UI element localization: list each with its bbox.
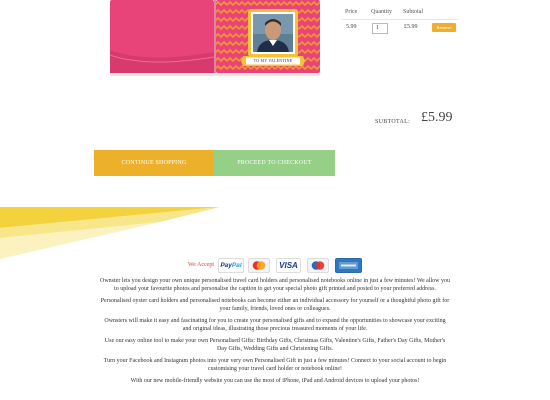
description-paragraph: Ownsters will make it easy and fascinati… xyxy=(104,318,446,332)
paypal-icon: PayPal xyxy=(218,258,244,273)
store-description: Ownster lets you design your own unique … xyxy=(100,277,450,389)
quantity-column-header: Quantity xyxy=(371,9,392,15)
decorative-stripes xyxy=(0,207,220,259)
subtotal-value: £5.99 xyxy=(421,110,453,125)
description-paragraph: Turn your Facebook and Instagram photos … xyxy=(103,358,447,372)
item-subtotal: £5.99 xyxy=(404,24,418,30)
price-column-header: Price xyxy=(345,9,358,15)
remove-item-button[interactable]: Remove xyxy=(432,23,456,32)
visa-icon: VISA xyxy=(276,258,301,273)
photo-placeholder-icon xyxy=(253,14,293,52)
paypal-label-pal: Pal xyxy=(231,262,242,269)
quantity-input[interactable]: 1 xyxy=(372,23,388,34)
product-image[interactable] xyxy=(107,0,323,78)
mastercard-icon xyxy=(248,258,270,273)
description-paragraph: Use our easy online tool to make your ow… xyxy=(104,338,446,352)
paypal-label-pay: Pay xyxy=(220,262,232,269)
header-divider xyxy=(342,19,458,20)
item-price: 5.99 xyxy=(346,24,357,30)
subtotal-column-header: Subtotal xyxy=(403,9,424,15)
continue-shopping-button[interactable]: CONTINUE SHOPPING xyxy=(94,150,214,176)
subtotal-label: SUBTOTAL: xyxy=(375,119,411,125)
maestro-icon xyxy=(307,258,329,273)
description-paragraph: Personalised oyster card holders and per… xyxy=(100,298,450,312)
amex-icon xyxy=(335,258,362,273)
description-paragraph: Ownster lets you design your own unique … xyxy=(100,278,450,292)
cart-page: TO MY VALENTINE Price Quantity Subtotal … xyxy=(0,0,550,400)
description-paragraph: With our new mobile-friendly website you… xyxy=(130,378,420,384)
we-accept-label: We Accept xyxy=(188,262,215,268)
proceed-to-checkout-button[interactable]: PROCEED TO CHECKOUT xyxy=(214,150,335,176)
product-caption: TO MY VALENTINE xyxy=(253,58,293,63)
